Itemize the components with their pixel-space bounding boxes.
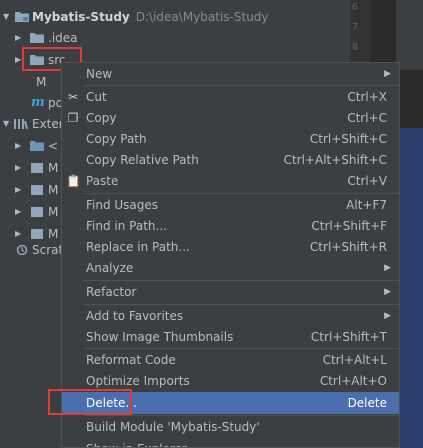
menu-item-label: Cut bbox=[86, 90, 107, 104]
menu-item-shortcut: Ctrl+X bbox=[347, 90, 387, 104]
clipboard-icon: 📋 bbox=[66, 174, 81, 188]
menu-item-find-in-path[interactable]: Find in Path... Ctrl+Shift+F bbox=[62, 215, 399, 237]
menu-item-shortcut: Ctrl+Alt+Shift+C bbox=[283, 153, 387, 167]
menu-item-label: Delete... bbox=[86, 396, 137, 410]
menu-item-add-to-favorites[interactable]: Add to Favorites ▶ bbox=[62, 305, 399, 327]
project-path: D:\idea\Mybatis-Study bbox=[135, 10, 269, 24]
folder-icon bbox=[30, 55, 44, 65]
submenu-arrow-icon: ▶ bbox=[384, 263, 391, 273]
menu-item-shortcut: Delete bbox=[347, 396, 387, 410]
line-number: 7 bbox=[352, 22, 359, 33]
line-number: 6 bbox=[352, 2, 359, 13]
library-folder-icon bbox=[30, 141, 44, 151]
menu-item-label: Copy Path bbox=[86, 132, 147, 146]
menu-item-label: Analyze bbox=[86, 261, 134, 275]
menu-item-label: Find in Path... bbox=[86, 219, 167, 233]
menu-item-delete[interactable]: Delete... Delete bbox=[62, 392, 399, 414]
menu-item-refactor[interactable]: Refactor ▶ bbox=[62, 281, 399, 303]
chevron-right-icon[interactable]: ▶ bbox=[15, 158, 21, 178]
project-name: Mybatis-Study bbox=[32, 10, 130, 24]
menu-item-new[interactable]: New ▶ bbox=[62, 63, 399, 85]
library-icon bbox=[31, 185, 43, 195]
menu-item-copy-path[interactable]: Copy Path Ctrl+Shift+C bbox=[62, 128, 399, 150]
menu-item-shortcut: Ctrl+C bbox=[347, 111, 387, 125]
menu-item-reformat-code[interactable]: Reformat Code Ctrl+Alt+L bbox=[62, 349, 399, 371]
editor-selection-area bbox=[398, 128, 423, 448]
tree-item-label: Exter bbox=[32, 117, 64, 131]
menu-item-optimize-imports[interactable]: Optimize Imports Ctrl+Alt+O bbox=[62, 370, 399, 392]
menu-item-shortcut: Ctrl+Shift+C bbox=[309, 132, 387, 146]
menu-item-find-usages[interactable]: Find Usages Alt+F7 bbox=[62, 194, 399, 216]
maven-icon: m bbox=[31, 95, 45, 110]
menu-item-label: Reformat Code bbox=[86, 353, 176, 367]
menu-item-label: Add to Favorites bbox=[86, 309, 184, 323]
menu-item-copy-relative-path[interactable]: Copy Relative Path Ctrl+Alt+Shift+C bbox=[62, 149, 399, 171]
tree-item-label: < bbox=[48, 139, 59, 153]
line-number: 8 bbox=[352, 42, 359, 53]
submenu-arrow-icon: ▶ bbox=[384, 69, 391, 79]
menu-item-shortcut: Ctrl+Shift+R bbox=[309, 240, 387, 254]
tree-item-label: M bbox=[36, 75, 47, 89]
tree-item-label: .idea bbox=[48, 31, 78, 45]
menu-item-analyze[interactable]: Analyze ▶ bbox=[62, 257, 399, 279]
tree-item-label: Scrat bbox=[32, 243, 64, 257]
library-icon bbox=[31, 163, 43, 173]
menu-item-label: Show Image Thumbnails bbox=[86, 330, 234, 344]
menu-item-show-image-thumbnails[interactable]: Show Image Thumbnails Ctrl+Shift+T bbox=[62, 326, 399, 348]
scissors-icon: ✂ bbox=[67, 90, 79, 104]
submenu-arrow-icon: ▶ bbox=[384, 287, 391, 297]
menu-item-shortcut: Alt+F7 bbox=[346, 198, 387, 212]
menu-item-copy[interactable]: ❐ Copy Ctrl+C bbox=[62, 107, 399, 129]
menu-item-shortcut: Ctrl+Alt+O bbox=[319, 374, 387, 388]
context-menu[interactable]: New ▶ ✂ Cut Ctrl+X ❐ Copy Ctrl+C Copy Pa… bbox=[61, 62, 400, 448]
editor-tab-strip bbox=[395, 0, 423, 70]
chevron-right-icon[interactable]: ▶ bbox=[15, 136, 21, 156]
menu-item-label: Build Module 'Mybatis-Study' bbox=[86, 420, 260, 434]
chevron-right-icon[interactable]: ▶ bbox=[15, 180, 21, 200]
menu-item-build-module[interactable]: Build Module 'Mybatis-Study' bbox=[62, 416, 399, 438]
chevron-right-icon[interactable]: ▶ bbox=[15, 28, 21, 48]
menu-item-show-in-explorer[interactable]: Show in Explorer bbox=[62, 438, 399, 447]
menu-item-shortcut: Ctrl+Shift+T bbox=[310, 330, 387, 344]
menu-item-label: Copy Relative Path bbox=[86, 153, 199, 167]
copy-icon: ❐ bbox=[67, 111, 79, 125]
chevron-down-icon[interactable]: ▼ bbox=[3, 114, 9, 134]
menu-item-label: Replace in Path... bbox=[86, 240, 190, 254]
menu-item-label: Copy bbox=[86, 111, 117, 125]
menu-item-label: Find Usages bbox=[86, 198, 159, 212]
tree-item-label: M bbox=[48, 205, 59, 219]
module-folder-icon bbox=[15, 12, 29, 22]
menu-item-label: New bbox=[86, 67, 113, 81]
menu-item-label: Paste bbox=[86, 174, 119, 188]
submenu-arrow-icon: ▶ bbox=[384, 311, 391, 321]
library-icon bbox=[31, 229, 43, 239]
chevron-right-icon[interactable]: ▶ bbox=[15, 224, 21, 244]
menu-item-shortcut: Ctrl+V bbox=[347, 174, 387, 188]
menu-item-cut[interactable]: ✂ Cut Ctrl+X bbox=[62, 86, 399, 108]
menu-item-label: Refactor bbox=[86, 285, 137, 299]
menu-item-shortcut: Ctrl+Shift+F bbox=[311, 219, 387, 233]
library-icon bbox=[31, 207, 43, 217]
menu-item-replace-in-path[interactable]: Replace in Path... Ctrl+Shift+R bbox=[62, 236, 399, 258]
chevron-down-icon[interactable]: ▼ bbox=[3, 7, 9, 27]
menu-item-paste[interactable]: 📋 Paste Ctrl+V bbox=[62, 170, 399, 192]
chevron-right-icon[interactable]: ▶ bbox=[15, 50, 21, 70]
menu-item-label: Optimize Imports bbox=[86, 374, 190, 388]
menu-item-label: Show in Explorer bbox=[86, 438, 187, 447]
library-icon bbox=[14, 119, 28, 129]
tree-item-label: M bbox=[48, 161, 59, 175]
tree-item-label: M bbox=[48, 183, 59, 197]
folder-icon bbox=[30, 33, 44, 43]
chevron-right-icon[interactable]: ▶ bbox=[15, 202, 21, 222]
scratches-icon bbox=[16, 244, 28, 255]
menu-item-shortcut: Ctrl+Alt+L bbox=[322, 353, 387, 367]
